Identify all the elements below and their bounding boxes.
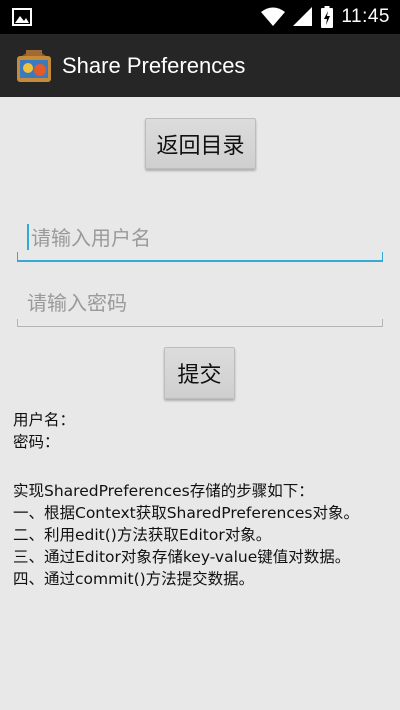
status-bar: 11:45	[0, 0, 400, 34]
step-item: 四、通过commit()方法提交数据。	[13, 570, 255, 588]
app-icon	[17, 49, 51, 82]
wifi-icon	[261, 7, 286, 26]
password-placeholder: 请输入密码	[27, 291, 127, 315]
image-icon	[12, 8, 32, 26]
action-bar: Share Preferences	[0, 34, 400, 97]
status-icons: 11:45	[261, 0, 390, 34]
username-result-label: 用户名：	[13, 411, 76, 429]
text-cursor	[27, 224, 29, 250]
step-item: 二、利用edit()方法获取Editor对象。	[13, 526, 272, 544]
steps-section: 实现SharedPreferences存储的步骤如下： 一、根据Context获…	[13, 480, 359, 590]
status-time: 11:45	[341, 6, 390, 27]
username-input[interactable]: 请输入用户名	[17, 212, 383, 262]
battery-charging-icon	[321, 6, 334, 28]
result-section: 用户名： 密码：	[13, 409, 75, 453]
steps-heading: 实现SharedPreferences存储的步骤如下：	[13, 482, 314, 500]
username-placeholder: 请输入用户名	[31, 225, 151, 250]
signal-icon	[293, 7, 313, 26]
back-to-menu-button[interactable]: 返回目录	[145, 118, 256, 169]
step-item: 三、通过Editor对象存储key-value键值对数据。	[13, 548, 351, 566]
submit-button[interactable]: 提交	[164, 347, 235, 399]
screen: 11:45 Share Preferences 返回目录 请输入用户名 请输入密…	[0, 0, 400, 710]
app-title: Share Preferences	[62, 52, 246, 78]
password-result-label: 密码：	[13, 433, 60, 451]
password-input[interactable]: 请输入密码	[17, 277, 383, 327]
step-item: 一、根据Context获取SharedPreferences对象。	[13, 504, 359, 522]
